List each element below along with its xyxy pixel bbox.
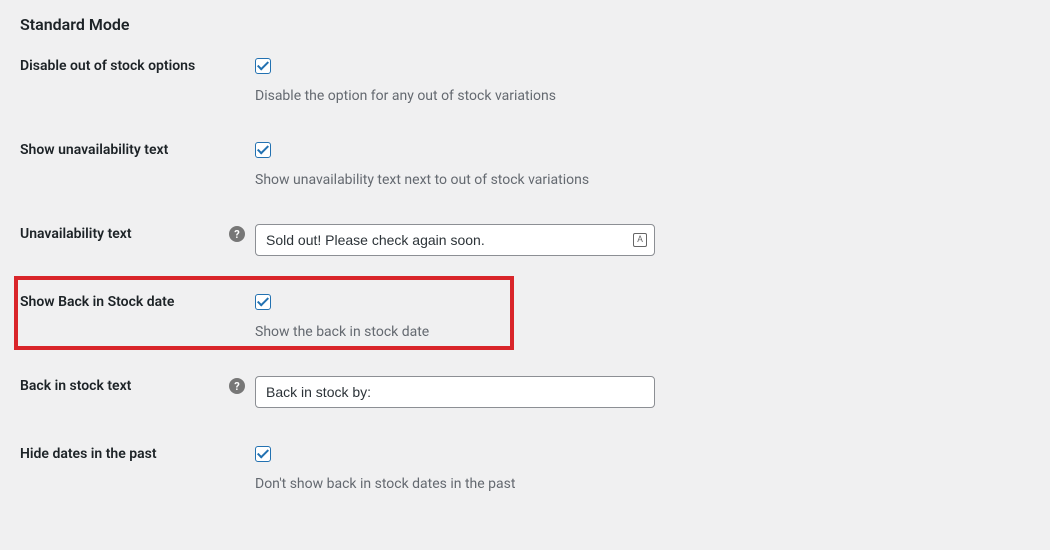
- label-text: Show unavailability text: [20, 142, 168, 158]
- label-disable-oos: Disable out of stock options: [20, 56, 255, 74]
- checkbox-disable-oos[interactable]: [255, 58, 271, 74]
- help-icon[interactable]: ?: [229, 226, 245, 242]
- label-hide-past: Hide dates in the past: [20, 444, 255, 462]
- row-back-text: Back in stock text ?: [20, 376, 1030, 408]
- section-title: Standard Mode: [20, 15, 1030, 34]
- checkbox-show-unavail[interactable]: [255, 142, 271, 158]
- label-text: Back in stock text: [20, 378, 131, 394]
- label-text: Unavailability text: [20, 226, 132, 242]
- desc-disable-oos: Disable the option for any out of stock …: [255, 88, 556, 104]
- label-show-back: Show Back in Stock date: [20, 292, 255, 310]
- checkbox-hide-past[interactable]: [255, 446, 271, 462]
- label-show-unavail: Show unavailability text: [20, 140, 255, 158]
- label-text: Hide dates in the past: [20, 446, 157, 462]
- checkbox-show-back[interactable]: [255, 294, 271, 310]
- label-unavail-text: Unavailability text ?: [20, 224, 255, 242]
- input-unavail-text[interactable]: [255, 224, 655, 256]
- row-unavail-text: Unavailability text ? A: [20, 224, 1030, 256]
- label-text: Disable out of stock options: [20, 58, 195, 74]
- help-icon[interactable]: ?: [229, 378, 245, 394]
- label-back-text: Back in stock text ?: [20, 376, 255, 394]
- desc-show-unavail: Show unavailability text next to out of …: [255, 172, 589, 188]
- label-text: Show Back in Stock date: [20, 294, 174, 310]
- input-back-text[interactable]: [255, 376, 655, 408]
- desc-show-back: Show the back in stock date: [255, 324, 429, 340]
- row-hide-past: Hide dates in the past Don't show back i…: [20, 444, 1030, 492]
- row-show-back: Show Back in Stock date Show the back in…: [20, 292, 1030, 340]
- desc-hide-past: Don't show back in stock dates in the pa…: [255, 476, 515, 492]
- row-disable-oos: Disable out of stock options Disable the…: [20, 56, 1030, 104]
- row-show-unavail: Show unavailability text Show unavailabi…: [20, 140, 1030, 188]
